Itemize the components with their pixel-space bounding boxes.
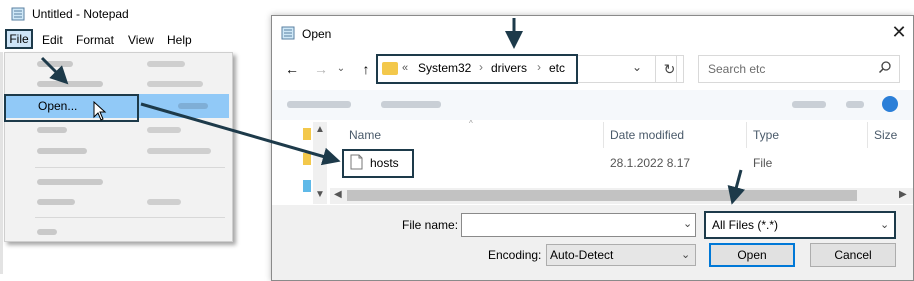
open-button[interactable]: Open: [709, 243, 795, 267]
chevron-up-icon[interactable]: ▲: [313, 124, 327, 135]
chevron-right-icon[interactable]: ▶: [899, 189, 907, 200]
menu-view[interactable]: View: [128, 33, 154, 47]
chevron-down-icon[interactable]: ▼: [313, 189, 327, 200]
file-menu-dropdown: [4, 52, 233, 242]
menu-item-print[interactable]: [37, 199, 75, 205]
search-icon[interactable]: [878, 60, 892, 74]
menu-item-print-shortcut: [147, 199, 181, 205]
menu-item-page-setup[interactable]: [37, 179, 103, 185]
menu-item-exit[interactable]: [37, 229, 57, 235]
notepad-edit-area[interactable]: [0, 52, 3, 274]
organize-button[interactable]: [287, 101, 351, 108]
menu-item-new-shortcut: [147, 61, 185, 67]
encoding-value: Auto-Detect: [550, 248, 614, 262]
menu-help[interactable]: Help: [167, 33, 192, 47]
dialog-title: Open: [302, 27, 332, 41]
chevron-down-icon[interactable]: ⌄: [632, 60, 642, 74]
preview-pane-button[interactable]: [846, 101, 864, 108]
help-icon[interactable]: [882, 96, 898, 112]
view-options-button[interactable]: [792, 101, 826, 108]
back-arrow-icon[interactable]: ←: [283, 60, 301, 78]
recent-locations-icon[interactable]: ⌄: [332, 60, 350, 78]
refresh-icon[interactable]: ↻: [655, 55, 684, 83]
chevron-down-icon[interactable]: ⌄: [880, 218, 889, 231]
file-type: File: [753, 156, 773, 170]
folder-icon[interactable]: [303, 153, 311, 165]
menu-item-save-as-shortcut: [147, 148, 211, 154]
forward-arrow-icon[interactable]: →: [312, 60, 330, 78]
file-date: 28.1.2022 8.17: [610, 156, 691, 170]
file-type-value: All Files (*.*): [712, 218, 779, 232]
address-highlight-box: [376, 54, 578, 84]
up-arrow-icon[interactable]: ↑: [357, 60, 375, 78]
file-name-input[interactable]: [461, 213, 696, 237]
column-header-size[interactable]: Size: [874, 128, 897, 142]
chevron-down-icon[interactable]: ⌄: [683, 217, 692, 230]
search-placeholder: Search etc: [708, 62, 766, 76]
cancel-button[interactable]: Cancel: [810, 243, 896, 267]
menu-item-new-window-shortcut: [147, 81, 203, 87]
open-item-highlight-box: [4, 94, 139, 122]
drive-icon[interactable]: [303, 180, 311, 192]
file-name-label: File name:: [402, 218, 459, 232]
menu-file[interactable]: File: [5, 29, 33, 49]
menu-item-save-as[interactable]: [37, 148, 87, 154]
file-highlight-box: [342, 149, 414, 178]
menu-item-new-window[interactable]: [37, 81, 103, 87]
menu-format[interactable]: Format: [76, 33, 114, 47]
menu-item-new[interactable]: [37, 61, 73, 67]
notepad-icon: [11, 7, 25, 21]
column-divider[interactable]: [603, 122, 604, 148]
menu-separator: [35, 167, 225, 168]
column-header-date[interactable]: Date modified: [610, 128, 684, 142]
close-icon[interactable]: ✕: [889, 22, 909, 42]
column-divider[interactable]: [867, 122, 868, 148]
scrollbar-thumb[interactable]: [347, 190, 857, 201]
chevron-left-icon[interactable]: ◀: [334, 189, 342, 200]
column-divider[interactable]: [746, 122, 747, 148]
sort-indicator-icon: ^: [469, 119, 473, 128]
mouse-cursor-icon: [93, 101, 107, 121]
menu-item-save-shortcut: [147, 127, 181, 133]
new-folder-button[interactable]: [381, 101, 441, 108]
notepad-icon: [281, 26, 295, 40]
encoding-label: Encoding:: [488, 248, 542, 262]
column-header-type[interactable]: Type: [753, 128, 779, 142]
menu-item-open-shortcut: [178, 103, 208, 109]
menu-separator: [35, 217, 225, 218]
menu-edit[interactable]: Edit: [42, 33, 63, 47]
notepad-title: Untitled - Notepad: [32, 7, 129, 21]
folder-icon[interactable]: [303, 128, 311, 140]
menu-item-save[interactable]: [37, 127, 67, 133]
chevron-down-icon[interactable]: ⌄: [681, 248, 690, 261]
column-header-name[interactable]: Name: [349, 128, 381, 142]
